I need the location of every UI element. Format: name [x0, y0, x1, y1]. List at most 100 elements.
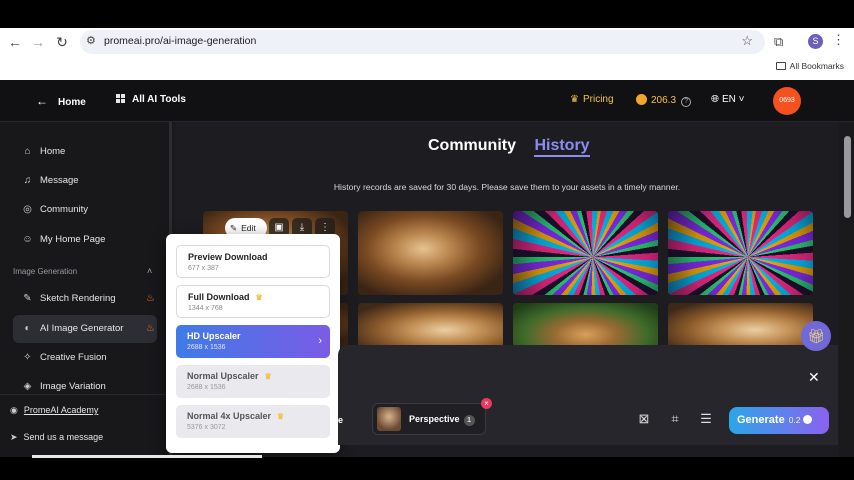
- sidebar-item-label: Creative Fusion: [40, 352, 107, 363]
- sidebar-item-label: My Home Page: [40, 234, 106, 245]
- bell-icon: ♫: [23, 175, 32, 186]
- back-icon[interactable]: ←: [6, 33, 24, 51]
- settings-sliders-icon[interactable]: ☰: [698, 411, 714, 427]
- globe-icon: 🌐︎: [711, 94, 719, 105]
- home-label: Home: [58, 97, 86, 108]
- language-label: EN: [722, 94, 736, 105]
- send-message-link[interactable]: ➤ Send us a message: [10, 432, 103, 443]
- option-size: 1344 x 768: [188, 305, 223, 312]
- ai-icon: ◐: [24, 323, 31, 334]
- full-download-option[interactable]: Full Download ♛ 1344 x 768: [176, 285, 330, 318]
- sidebar-item-ai-image-generator[interactable]: ◐ AI Image Generator: [22, 323, 123, 334]
- browser-chrome: ← → ↻ ⚙ promeai.pro/ai-image-generation …: [0, 28, 854, 80]
- all-tools-link[interactable]: All AI Tools: [116, 94, 186, 105]
- bookmark-star-icon[interactable]: ☆: [741, 33, 753, 49]
- sidebar-item-label: Community: [40, 204, 89, 215]
- chevron-down-icon: ˅: [735, 94, 745, 105]
- generate-cost: 0.2: [788, 415, 801, 425]
- all-bookmarks-label: All Bookmarks: [789, 61, 844, 71]
- generate-button[interactable]: Generate 0.2: [729, 407, 829, 434]
- history-image[interactable]: [668, 211, 813, 295]
- bottom-bar: [0, 457, 854, 480]
- home-link[interactable]: ← Home: [36, 94, 86, 108]
- credits-value: 206.3: [651, 95, 677, 106]
- section-image-generation: Image Generation: [13, 267, 78, 276]
- gift-icon[interactable]: 🎁︎: [801, 321, 831, 351]
- normal-upscaler-option[interactable]: Normal Upscaler ♛ 2688 x 1536: [176, 365, 330, 398]
- help-icon[interactable]: ?: [681, 97, 692, 107]
- variation-icon: ◈: [23, 381, 32, 392]
- sidebar-item-sketch-rendering[interactable]: ✎ Sketch Rendering: [22, 293, 115, 304]
- download-menu: Preview Download 677 x 387 Full Download…: [166, 234, 340, 453]
- scrollbar[interactable]: [843, 122, 852, 457]
- sidebar-item-image-variation[interactable]: ◈ Image Variation: [22, 381, 106, 392]
- top-bar: ← Home All AI Tools ♛ Pricing 206.3? 🌐︎ EN …: [0, 80, 854, 122]
- option-title: Normal 4x Upscaler: [187, 411, 272, 421]
- remove-icon[interactable]: ×: [481, 398, 492, 409]
- scroll-thumb[interactable]: [844, 136, 851, 218]
- sidebar-item-message[interactable]: ♫ Message: [22, 175, 79, 186]
- history-image[interactable]: [513, 303, 658, 348]
- history-image[interactable]: [358, 211, 503, 295]
- crown-icon: ♛: [277, 412, 285, 421]
- history-image[interactable]: [513, 211, 658, 295]
- grid-icon: [116, 94, 125, 103]
- chevron-up-icon[interactable]: ˄: [147, 266, 152, 276]
- sidebar-item-creative-fusion[interactable]: ✧ Creative Fusion: [22, 352, 107, 363]
- arrow-left-icon: ←: [36, 94, 48, 108]
- sidebar-item-home[interactable]: ⌂ Home: [22, 146, 65, 157]
- hd-upscaler-option[interactable]: HD Upscaler 2688 x 1536 ›: [176, 325, 330, 358]
- academy-icon: ◉: [10, 405, 18, 415]
- coin-icon: [802, 415, 812, 424]
- option-title: Normal Upscaler: [187, 371, 259, 381]
- generate-panel: ✕ e Perspective 1 × ⊠ ⌗ ☰ Generate 0.2: [338, 345, 838, 445]
- perspective-thumbnail: [377, 407, 401, 431]
- normal-4x-upscaler-option[interactable]: Normal 4x Upscaler ♛ 5376 x 3072: [176, 405, 330, 438]
- profile-avatar[interactable]: S: [808, 34, 823, 49]
- perspective-chip[interactable]: Perspective 1 ×: [372, 398, 492, 435]
- option-size: 5376 x 3072: [187, 424, 226, 431]
- all-tools-label: All AI Tools: [132, 94, 186, 105]
- language-selector[interactable]: 🌐︎ EN ˅: [711, 94, 745, 105]
- pencil-icon: ✎: [230, 223, 238, 233]
- extensions-icon[interactable]: ⧉: [774, 34, 783, 50]
- browser-menu-icon[interactable]: ⋮: [832, 32, 845, 48]
- sidebar-item-community[interactable]: ◎ Community: [22, 204, 88, 215]
- sidebar-item-label: Home: [40, 146, 66, 157]
- pricing-link[interactable]: ♛ Pricing: [570, 94, 614, 105]
- tab-history[interactable]: History: [534, 137, 590, 157]
- sidebar-item-label: Image Variation: [40, 381, 106, 392]
- crown-icon: ♛: [255, 293, 263, 302]
- home-icon: ⌂: [24, 146, 31, 157]
- address-row: ← → ↻ ⚙ promeai.pro/ai-image-generation …: [0, 28, 854, 56]
- user-icon: ☺: [22, 234, 33, 245]
- generate-label: Generate: [737, 414, 785, 426]
- close-icon[interactable]: ✕: [808, 369, 820, 386]
- preview-download-option[interactable]: Preview Download 677 x 387: [176, 245, 330, 278]
- history-image[interactable]: [358, 303, 503, 348]
- sidebar-item-label: Message: [40, 175, 79, 186]
- chevron-right-icon: ›: [318, 335, 322, 347]
- sidebar: ⌂ Home ♫ Message ◎ Community ☺ My Home Page …: [0, 122, 172, 457]
- crown-icon: ♛: [264, 372, 272, 381]
- address-bar[interactable]: ⚙ promeai.pro/ai-image-generation ☆: [80, 30, 765, 54]
- all-bookmarks[interactable]: All Bookmarks: [775, 61, 844, 71]
- sidebar-item-my-home-page[interactable]: ☺ My Home Page: [22, 234, 105, 245]
- credits[interactable]: 206.3?: [636, 94, 692, 107]
- fusion-icon: ✧: [23, 352, 32, 363]
- crown-icon: ♛: [570, 94, 579, 105]
- option-size: 677 x 387: [188, 265, 219, 272]
- tab-community[interactable]: Community: [428, 137, 516, 154]
- bookmarks-bar: All Bookmarks: [0, 56, 854, 80]
- reload-icon[interactable]: ↻: [53, 33, 71, 51]
- remove-image-icon[interactable]: ⊠: [636, 411, 652, 427]
- site-info-icon[interactable]: ⚙: [86, 34, 96, 47]
- user-avatar[interactable]: 0693: [773, 87, 801, 115]
- academy-link[interactable]: ◉ PromeAI Academy: [10, 405, 98, 416]
- history-image[interactable]: [668, 303, 813, 348]
- url-text: promeai.pro/ai-image-generation: [104, 35, 257, 47]
- history-notice: History records are saved for 30 days. P…: [333, 182, 681, 192]
- forward-icon[interactable]: →: [29, 33, 47, 51]
- screen: ← → ↻ ⚙ promeai.pro/ai-image-generation …: [0, 0, 854, 480]
- crop-icon[interactable]: ⌗: [667, 411, 683, 427]
